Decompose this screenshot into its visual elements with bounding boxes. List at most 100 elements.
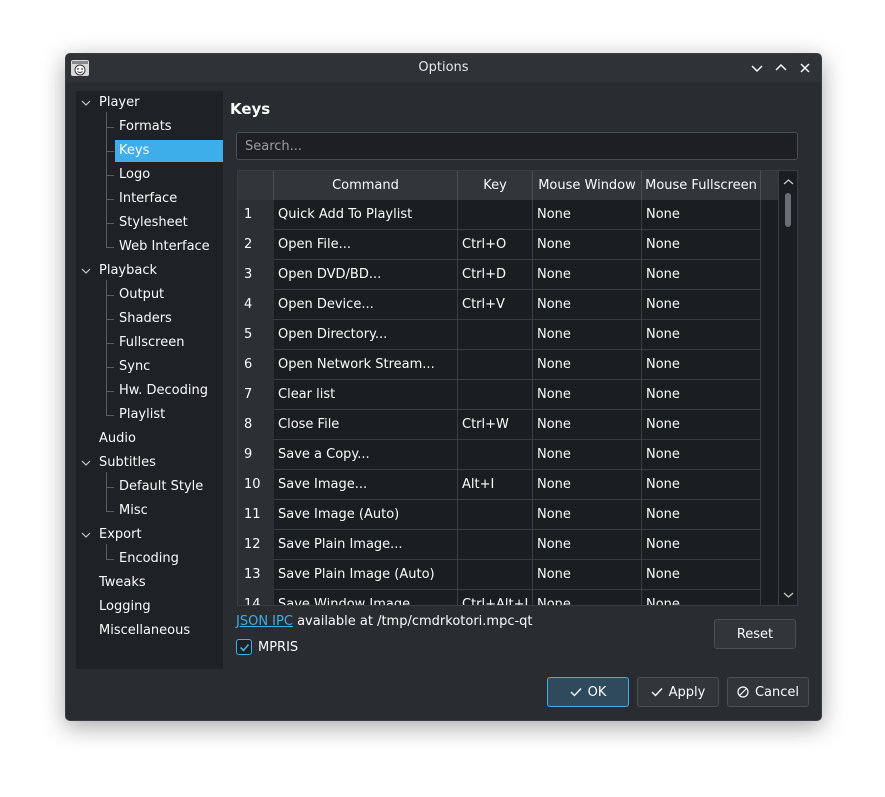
- cell-command[interactable]: Save Plain Image (Auto): [274, 560, 458, 590]
- cell-mouse-window[interactable]: None: [533, 560, 642, 590]
- search-input[interactable]: [236, 132, 798, 160]
- cell-command[interactable]: Open Directory...: [274, 320, 458, 350]
- cell-mouse-fullscreen[interactable]: None: [642, 500, 761, 530]
- cell-key[interactable]: [458, 560, 533, 590]
- cell-key[interactable]: [458, 440, 533, 470]
- cell-mouse-fullscreen[interactable]: None: [642, 290, 761, 320]
- maximize-button[interactable]: [771, 58, 791, 78]
- keys-table[interactable]: Command Key Mouse Window Mouse Fullscree…: [237, 170, 798, 606]
- cell-mouse-fullscreen[interactable]: None: [642, 320, 761, 350]
- cell-mouse-fullscreen[interactable]: None: [642, 230, 761, 260]
- sidebar-item-hw-decoding[interactable]: Hw. Decoding: [76, 380, 223, 402]
- sidebar-item-logging[interactable]: Logging: [76, 596, 223, 618]
- cell-key[interactable]: Ctrl+Alt+I: [458, 590, 533, 605]
- cell-mouse-window[interactable]: None: [533, 590, 642, 605]
- sidebar-item-shaders[interactable]: Shaders: [76, 308, 223, 330]
- cell-mouse-window[interactable]: None: [533, 260, 642, 290]
- cell-mouse-fullscreen[interactable]: None: [642, 200, 761, 230]
- cell-mouse-window[interactable]: None: [533, 470, 642, 500]
- cell-command[interactable]: Save Plain Image...: [274, 530, 458, 560]
- cell-command[interactable]: Save Image...: [274, 470, 458, 500]
- sidebar-item-sync[interactable]: Sync: [76, 356, 223, 378]
- cell-key[interactable]: [458, 530, 533, 560]
- table-row[interactable]: 2 Open File... Ctrl+O None None: [238, 230, 778, 260]
- column-header-mouse-fullscreen[interactable]: Mouse Fullscreen: [642, 171, 761, 200]
- cell-mouse-window[interactable]: None: [533, 200, 642, 230]
- cell-mouse-fullscreen[interactable]: None: [642, 350, 761, 380]
- cell-command[interactable]: Close File: [274, 410, 458, 440]
- cell-mouse-fullscreen[interactable]: None: [642, 380, 761, 410]
- column-header-mouse-window[interactable]: Mouse Window: [533, 171, 642, 200]
- sidebar-item-web-interface[interactable]: Web Interface: [76, 236, 223, 258]
- cell-mouse-fullscreen[interactable]: None: [642, 260, 761, 290]
- cell-mouse-window[interactable]: None: [533, 410, 642, 440]
- cell-key[interactable]: Ctrl+O: [458, 230, 533, 260]
- cell-command[interactable]: Open Network Stream...: [274, 350, 458, 380]
- mpris-checkbox[interactable]: [236, 639, 252, 655]
- cell-mouse-window[interactable]: None: [533, 230, 642, 260]
- table-scrollbar[interactable]: [778, 171, 797, 605]
- cell-mouse-window[interactable]: None: [533, 350, 642, 380]
- json-ipc-link[interactable]: JSON IPC: [236, 614, 293, 629]
- sidebar-item-formats[interactable]: Formats: [76, 116, 223, 138]
- chevron-down-icon[interactable]: [81, 458, 91, 468]
- cell-mouse-fullscreen[interactable]: None: [642, 530, 761, 560]
- cell-key[interactable]: Alt+I: [458, 470, 533, 500]
- chevron-down-icon[interactable]: [81, 98, 91, 108]
- minimize-button[interactable]: [747, 58, 767, 78]
- cell-key[interactable]: [458, 200, 533, 230]
- sidebar-item-miscellaneous[interactable]: Miscellaneous: [76, 620, 223, 642]
- sidebar-item-playback[interactable]: Playback: [76, 260, 223, 282]
- table-row[interactable]: 7 Clear list None None: [238, 380, 778, 410]
- chevron-down-icon[interactable]: [81, 530, 91, 540]
- chevron-down-icon[interactable]: [81, 266, 91, 276]
- cell-key[interactable]: Ctrl+W: [458, 410, 533, 440]
- apply-button[interactable]: Apply: [637, 677, 719, 707]
- cell-key[interactable]: [458, 380, 533, 410]
- cell-mouse-fullscreen[interactable]: None: [642, 410, 761, 440]
- table-row[interactable]: 3 Open DVD/BD... Ctrl+D None None: [238, 260, 778, 290]
- sidebar-item-stylesheet[interactable]: Stylesheet: [76, 212, 223, 234]
- cell-command[interactable]: Save Image (Auto): [274, 500, 458, 530]
- column-header-command[interactable]: Command: [274, 171, 458, 200]
- table-row[interactable]: 4 Open Device... Ctrl+V None None: [238, 290, 778, 320]
- sidebar-item-export[interactable]: Export: [76, 524, 223, 546]
- sidebar-item-default-style[interactable]: Default Style: [76, 476, 223, 498]
- cell-command[interactable]: Open File...: [274, 230, 458, 260]
- table-row[interactable]: 6 Open Network Stream... None None: [238, 350, 778, 380]
- table-row[interactable]: 1 Quick Add To Playlist None None: [238, 200, 778, 230]
- table-row[interactable]: 14 Save Window Image... Ctrl+Alt+I None None: [238, 590, 778, 605]
- scrollbar-thumb[interactable]: [785, 193, 791, 227]
- cell-command[interactable]: Save a Copy...: [274, 440, 458, 470]
- cancel-button[interactable]: Cancel: [727, 677, 809, 707]
- cell-mouse-fullscreen[interactable]: None: [642, 590, 761, 605]
- cell-mouse-window[interactable]: None: [533, 440, 642, 470]
- cell-key[interactable]: [458, 350, 533, 380]
- cell-mouse-window[interactable]: None: [533, 500, 642, 530]
- table-row[interactable]: 10 Save Image... Alt+I None None: [238, 470, 778, 500]
- sidebar-item-tweaks[interactable]: Tweaks: [76, 572, 223, 594]
- sidebar-item-player[interactable]: Player: [76, 92, 223, 114]
- cell-key[interactable]: [458, 320, 533, 350]
- cell-mouse-window[interactable]: None: [533, 320, 642, 350]
- cell-key[interactable]: Ctrl+V: [458, 290, 533, 320]
- cell-command[interactable]: Save Window Image...: [274, 590, 458, 605]
- sidebar-item-logo[interactable]: Logo: [76, 164, 223, 186]
- cell-command[interactable]: Clear list: [274, 380, 458, 410]
- close-button[interactable]: [795, 58, 815, 78]
- cell-mouse-window[interactable]: None: [533, 380, 642, 410]
- cell-command[interactable]: Quick Add To Playlist: [274, 200, 458, 230]
- ok-button[interactable]: OK: [547, 677, 629, 707]
- table-row[interactable]: 13 Save Plain Image (Auto) None None: [238, 560, 778, 590]
- sidebar-item-keys[interactable]: Keys: [115, 140, 223, 162]
- reset-button[interactable]: Reset: [714, 619, 796, 649]
- sidebar-item-audio[interactable]: Audio: [76, 428, 223, 450]
- sidebar-item-misc[interactable]: Misc: [76, 500, 223, 522]
- cell-mouse-window[interactable]: None: [533, 530, 642, 560]
- sidebar-item-subtitles[interactable]: Subtitles: [76, 452, 223, 474]
- options-tree[interactable]: Player Formats Keys Logo Interface Stylesheet…: [76, 91, 223, 669]
- scroll-down-icon[interactable]: [783, 589, 794, 600]
- table-row[interactable]: 11 Save Image (Auto) None None: [238, 500, 778, 530]
- sidebar-item-encoding[interactable]: Encoding: [76, 548, 223, 570]
- table-row[interactable]: 5 Open Directory... None None: [238, 320, 778, 350]
